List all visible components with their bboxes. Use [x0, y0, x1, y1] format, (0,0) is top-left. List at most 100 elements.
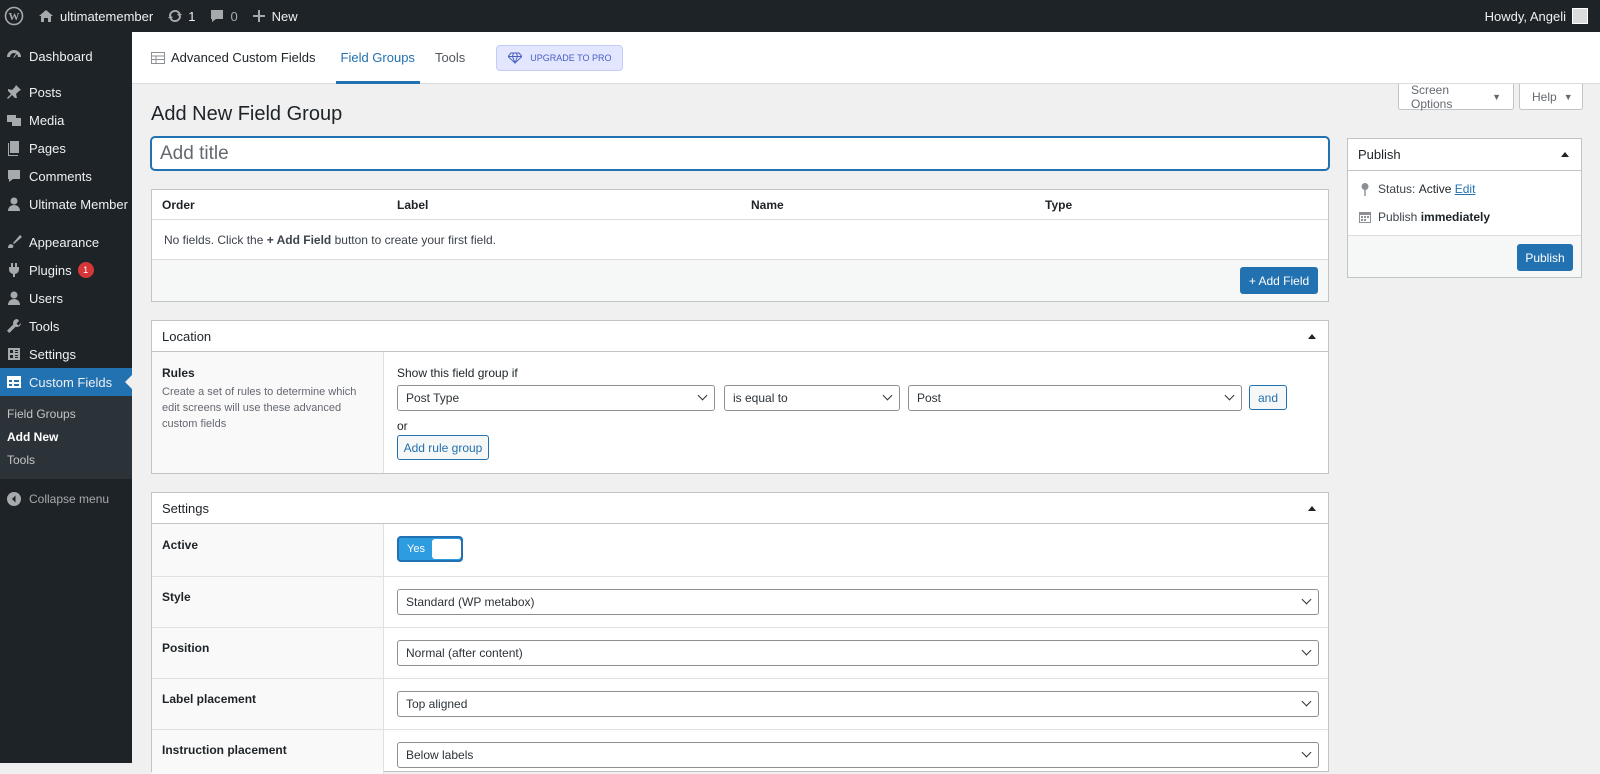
position-value: Normal (after content) — [406, 646, 523, 660]
instruction-placement-select[interactable]: Below labels — [397, 742, 1319, 768]
no-fields-text: No fields. Click the — [164, 233, 267, 247]
column-order: Order — [162, 197, 195, 212]
publish-actions: Publish — [1348, 235, 1581, 277]
active-toggle-label: Yes — [407, 543, 425, 555]
rules-label-cell: Rules Create a set of rules to determine… — [152, 352, 384, 473]
label-placement-value: Top aligned — [406, 697, 468, 711]
toggle-knob — [432, 539, 461, 559]
active-toggle[interactable]: Yes — [397, 536, 463, 562]
help-button[interactable]: Help ▼ — [1519, 84, 1583, 110]
edit-status-link[interactable]: Edit — [1455, 182, 1476, 196]
collapse-label: Collapse menu — [29, 492, 110, 506]
settings-divider — [152, 576, 1328, 577]
submenu-item-tools[interactable]: Tools — [0, 449, 132, 472]
sidebar-item-custom-fields[interactable]: Custom Fields — [0, 368, 132, 396]
title-input[interactable] — [151, 137, 1329, 170]
new-label: New — [271, 8, 298, 24]
sidebar-item-label: Plugins — [29, 262, 72, 278]
label-placement-label: Label placement — [162, 692, 257, 706]
screen-options-label: Screen Options — [1411, 82, 1453, 111]
settings-header[interactable]: Settings — [152, 493, 1328, 524]
and-button[interactable]: and — [1249, 385, 1287, 410]
rule-param-select[interactable]: Post Type — [397, 385, 715, 411]
location-header[interactable]: Location — [152, 321, 1328, 352]
rules-label: Rules — [162, 366, 195, 380]
updates-count: 1 — [188, 8, 196, 24]
publish-button[interactable]: Publish — [1517, 244, 1573, 271]
avatar — [1572, 8, 1588, 24]
brush-icon — [8, 235, 22, 248]
table-icon — [7, 376, 21, 388]
plugin-icon — [9, 263, 19, 277]
sidebar-item-label: Custom Fields — [29, 374, 113, 390]
location-box: Location Rules Create a set of rules to … — [151, 320, 1329, 474]
sidebar-item-tools[interactable]: Tools — [0, 312, 132, 340]
collapse-toggle-icon[interactable] — [1308, 333, 1316, 339]
rule-value-select[interactable]: Post — [908, 385, 1242, 411]
sidebar-item-posts[interactable]: Posts — [0, 78, 132, 106]
site-name-link[interactable]: ultimatemember — [31, 0, 160, 32]
sidebar-item-label: Media — [29, 112, 65, 128]
add-field-button[interactable]: + Add Field — [1240, 267, 1318, 294]
svg-text:W: W — [9, 11, 20, 23]
sidebar-item-media[interactable]: Media — [0, 106, 132, 134]
publish-header[interactable]: Publish — [1348, 139, 1581, 171]
rule-param-value: Post Type — [406, 391, 460, 405]
rule-operator-select[interactable]: is equal to — [724, 385, 900, 411]
comments-count: 0 — [230, 8, 238, 24]
add-rule-group-button[interactable]: Add rule group — [397, 435, 489, 460]
sidebar-item-settings[interactable]: Settings — [0, 340, 132, 368]
collapse-icon — [7, 492, 21, 506]
publish-title: Publish — [1358, 147, 1401, 162]
label-placement-select[interactable]: Top aligned — [397, 691, 1319, 717]
settings-divider — [152, 729, 1328, 730]
status-label: Status: — [1378, 182, 1416, 196]
submenu-item-field-groups[interactable]: Field Groups — [0, 403, 132, 426]
chevron-down-icon — [1301, 696, 1312, 707]
sidebar-item-label: Tools — [29, 318, 60, 334]
sidebar-item-ultimate-member[interactable]: Ultimate Member — [0, 190, 132, 218]
rule-operator-value: is equal to — [733, 391, 788, 405]
chevron-down-icon — [1224, 390, 1235, 401]
screen-options-button[interactable]: Screen Options ▼ — [1398, 82, 1514, 111]
column-label: Label — [397, 197, 429, 212]
collapse-toggle-icon[interactable] — [1308, 505, 1316, 511]
sidebar-item-label: Pages — [29, 140, 66, 156]
position-select[interactable]: Normal (after content) — [397, 640, 1319, 666]
acf-brand-label: Advanced Custom Fields — [171, 50, 316, 65]
pin-icon — [1361, 183, 1369, 196]
sidebar-item-appearance[interactable]: Appearance — [0, 228, 132, 256]
user-icon — [8, 197, 20, 211]
sidebar-item-label: Comments — [29, 168, 92, 184]
tab-tools[interactable]: Tools — [430, 32, 470, 84]
collapse-menu-button[interactable]: Collapse menu — [0, 485, 132, 513]
my-account[interactable]: Howdy, Angeli — [1485, 8, 1600, 24]
upgrade-to-pro-button[interactable]: UPGRADE TO PRO — [496, 44, 624, 71]
sidebar-item-label: Posts — [29, 84, 62, 100]
sidebar-item-users[interactable]: Users — [0, 284, 132, 312]
sidebar-item-label: Dashboard — [29, 48, 93, 64]
updates-link[interactable]: 1 — [160, 0, 202, 32]
style-select[interactable]: Standard (WP metabox) — [397, 589, 1319, 615]
chevron-down-icon — [697, 390, 708, 401]
submenu-item-add-new[interactable]: Add New — [0, 426, 132, 449]
sidebar-item-pages[interactable]: Pages — [0, 134, 132, 162]
chevron-down-icon — [882, 390, 893, 401]
settings-divider — [152, 678, 1328, 679]
publish-when: immediately — [1420, 210, 1491, 224]
sidebar-item-comments[interactable]: Comments — [0, 162, 132, 190]
settings-box: Settings Active Yes Style Standard (WP m… — [151, 492, 1329, 774]
new-content-link[interactable]: New — [245, 0, 305, 32]
admin-bar: W ultimatemember 1 0 New Howdy, Angeli — [0, 0, 1600, 32]
fields-footer: + Add Field — [152, 260, 1328, 301]
tab-field-groups[interactable]: Field Groups — [335, 32, 420, 84]
collapse-toggle-icon[interactable] — [1561, 152, 1569, 157]
updates-icon — [168, 10, 183, 22]
sidebar-item-dashboard[interactable]: Dashboard — [0, 40, 132, 72]
howdy-text: Howdy, Angeli — [1484, 8, 1566, 24]
sidebar-item-plugins[interactable]: Plugins 1 — [0, 256, 132, 284]
wordpress-logo-icon[interactable]: W — [0, 0, 31, 32]
sidebar-item-label: Ultimate Member — [29, 196, 128, 212]
publish-box: Publish Status: Active Edit Publish imme… — [1347, 138, 1582, 278]
comments-link[interactable]: 0 — [202, 0, 244, 32]
